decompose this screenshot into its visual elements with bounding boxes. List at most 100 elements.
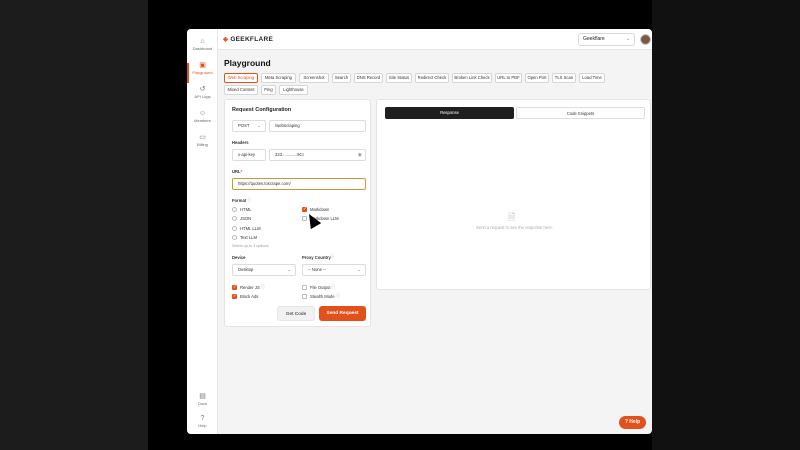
format-html-label: HTML — [240, 207, 252, 212]
sidebar: ⌂ Dashboard ▣ Playground ↺ API Logs ☺ Me… — [187, 29, 218, 434]
method-value: POST — [238, 123, 250, 128]
format-html-checkbox[interactable] — [232, 207, 237, 212]
format-text-llm-checkbox[interactable] — [232, 235, 237, 240]
tab-open-port[interactable]: Open Port — [525, 73, 549, 83]
tab-mixed-content[interactable]: Mixed Content — [224, 85, 258, 95]
help-button[interactable]: ? Help — [619, 416, 646, 429]
tab-response[interactable]: Response — [385, 107, 514, 119]
info-icon: ⓘ — [330, 254, 334, 259]
url-label: URL* — [232, 169, 242, 174]
stealth-mode-label: Stealth Mode — [310, 294, 335, 299]
sidebar-item-label: Help — [198, 423, 207, 428]
format-json-checkbox[interactable] — [232, 216, 237, 221]
file-output-label: File Output — [310, 285, 331, 290]
method-select[interactable]: POST ⌄ — [232, 120, 266, 132]
response-panel: Response Code Snippets 🗎 Send a request … — [376, 99, 651, 290]
sidebar-item-members[interactable]: ☺ Members — [187, 109, 218, 133]
header-value-text: 323.............9CI — [275, 152, 304, 157]
sidebar-item-label: Billing — [197, 142, 208, 147]
block-ads-label: Block Ads — [240, 294, 259, 299]
render-js-checkbox[interactable] — [232, 284, 237, 290]
tab-load-time[interactable]: Load Time — [579, 73, 605, 83]
sidebar-item-label: Docs — [197, 401, 208, 406]
device-select[interactable]: Desktop ⌄ — [232, 264, 296, 276]
file-output-checkbox[interactable] — [302, 285, 307, 290]
sidebar-item-api-logs[interactable]: ↺ API Logs — [187, 85, 218, 109]
sidebar-item-playground[interactable]: ▣ Playground — [187, 61, 218, 85]
info-icon: ⓘ — [331, 284, 335, 289]
sidebar-item-label: Members — [194, 118, 211, 123]
app-window: ⌂ Dashboard ▣ Playground ↺ API Logs ☺ Me… — [187, 29, 652, 434]
brand-name: GEEKFLARE — [230, 36, 274, 43]
users-icon: ☺ — [198, 110, 207, 117]
format-hint: Select up to 3 options — [232, 244, 269, 248]
proxy-country-select[interactable]: -- None -- ⌄ — [302, 264, 366, 276]
avatar[interactable] — [640, 34, 651, 45]
request-configuration-panel: Request Configuration POST ⌄ /webscrapin… — [224, 99, 371, 327]
tab-code-snippets[interactable]: Code Snippets — [516, 107, 645, 119]
logo-mark-icon: ◈ — [223, 36, 229, 43]
workspace-select[interactable]: Geekflare ⌄ — [578, 33, 635, 46]
format-html-llm-label: HTML LLM — [240, 226, 261, 231]
chevron-down-icon: ⌄ — [287, 267, 291, 272]
url-input[interactable]: https://quotes.toscrape.com/ — [232, 178, 366, 190]
doc-icon: ▤ — [199, 393, 206, 400]
help-icon: ? — [624, 419, 628, 425]
tab-ping[interactable]: Ping — [261, 85, 276, 95]
device-value: Desktop — [238, 267, 254, 272]
format-markdown-checkbox[interactable] — [302, 206, 307, 212]
help-icon: ? — [200, 415, 205, 422]
header-value-field[interactable]: 323.............9CI ◉ — [269, 149, 366, 161]
format-html-llm-checkbox[interactable] — [232, 226, 237, 231]
format-json-label: JSON — [240, 216, 252, 221]
top-bar: ◈ GEEKFLARE Geekflare ⌄ — [218, 29, 652, 50]
card-icon: ▭ — [199, 134, 206, 141]
tab-broken-link-check[interactable]: Broken Link Check — [452, 73, 492, 83]
brand-logo[interactable]: ◈ GEEKFLARE — [223, 35, 273, 43]
sidebar-item-billing[interactable]: ▭ Billing — [187, 133, 218, 157]
tab-redirect-check[interactable]: Redirect Check — [415, 73, 449, 83]
sidebar-item-docs[interactable]: ▤ Docs — [187, 392, 218, 416]
workspace-name: Geekflare — [583, 36, 605, 42]
sidebar-item-dashboard[interactable]: ⌂ Dashboard — [187, 37, 218, 61]
chevron-down-icon: ⌄ — [357, 267, 361, 272]
tab-dns-record[interactable]: DNS Record — [354, 73, 383, 83]
tab-url-to-pdf[interactable]: URL to PDF — [495, 73, 522, 83]
chevron-down-icon: ⌄ — [257, 123, 261, 128]
history-icon: ↺ — [199, 86, 206, 93]
headers-label: Headers — [232, 140, 249, 145]
required-mark: * — [240, 169, 243, 174]
page-title: Playground — [224, 58, 271, 68]
send-request-button[interactable]: Send Request — [319, 306, 366, 321]
format-text-llm-label: Text LLM — [240, 235, 257, 240]
proxy-country-label: Proxy Country — [302, 255, 331, 260]
tab-screenshot[interactable]: Screenshot — [299, 73, 329, 83]
sidebar-item-label: Playground — [192, 70, 213, 75]
code-icon: ▣ — [199, 62, 206, 69]
header-key-field[interactable]: x-api-key — [232, 149, 266, 161]
endpoint-field[interactable]: /webscraping — [269, 120, 366, 132]
tab-tls-scan[interactable]: TLS Scan — [552, 73, 576, 83]
chevron-down-icon: ⌄ — [625, 36, 630, 42]
empty-state-text: Send a request to see the response here. — [475, 225, 554, 230]
home-icon: ⌂ — [200, 38, 205, 45]
eye-icon[interactable]: ◉ — [358, 150, 362, 160]
tab-site-status[interactable]: Site Status — [386, 73, 412, 83]
help-label: Help — [629, 419, 641, 425]
stealth-mode-checkbox[interactable] — [302, 294, 307, 299]
url-label-text: URL — [232, 169, 241, 174]
sidebar-item-label: API Logs — [194, 94, 211, 99]
sidebar-item-help[interactable]: ? Help — [187, 414, 218, 434]
tab-meta-scraping[interactable]: Meta Scraping — [261, 73, 296, 83]
format-label: Format — [232, 198, 247, 203]
get-code-button[interactable]: Get Code — [277, 306, 315, 321]
tab-search[interactable]: Search — [332, 73, 351, 83]
render-js-label: Render JS — [240, 285, 260, 290]
block-ads-checkbox[interactable] — [232, 293, 237, 299]
background-left — [0, 0, 148, 450]
panel-title: Request Configuration — [232, 107, 292, 113]
tab-lighthouse[interactable]: Lighthouse — [279, 85, 308, 95]
tab-web-scraping[interactable]: Web Scraping — [224, 73, 258, 83]
info-icon: ⓘ — [336, 293, 340, 298]
info-icon: ⓘ — [261, 284, 265, 289]
